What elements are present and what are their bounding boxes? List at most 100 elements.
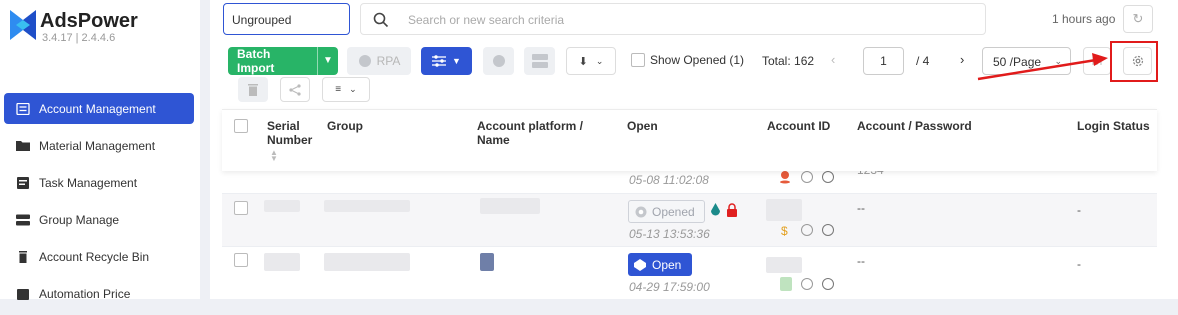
sidebar-item-account-recycle-bin[interactable]: Account Recycle Bin [4, 241, 194, 272]
platform-badge-icon [780, 277, 792, 291]
refresh-button[interactable]: ↻ [1123, 5, 1153, 33]
page-size-value: 50 /Page [993, 55, 1042, 69]
show-opened-checkbox[interactable] [631, 53, 645, 67]
next-page-icon[interactable]: › [960, 52, 964, 67]
open-time: 05-13 13:53:36 [629, 227, 710, 241]
total-value: 162 [794, 54, 815, 68]
account-id-header: Account ID [767, 119, 831, 133]
sidebar-item-automation-price[interactable]: Automation Price [4, 278, 194, 309]
page-input[interactable]: 1 [863, 47, 904, 75]
group-header: Group [327, 119, 363, 133]
filter-button[interactable]: ▼ [421, 47, 472, 75]
chevron-down-icon: ⌄ [1054, 56, 1062, 66]
serial-number-header[interactable]: Serial Number ▲ ▼ [267, 119, 317, 163]
sort-icon[interactable]: ▲ ▼ [270, 149, 317, 163]
chrome-icon [635, 206, 647, 217]
app-version: 3.4.17 | 2.4.4.6 [42, 32, 116, 44]
sidebar-item-task-management[interactable]: Task Management [4, 167, 194, 198]
sidebar-item-label: Account Management [39, 101, 156, 116]
fingerprint-icon [801, 278, 813, 290]
sidebar-item-account-management[interactable]: Account Management [4, 93, 194, 124]
lock-icon [727, 203, 737, 217]
table-row[interactable]: Opened 05-13 13:53:36 $ -- - [222, 193, 1157, 246]
group-icon [16, 214, 30, 225]
browser-icon [634, 258, 646, 271]
group-select[interactable]: Ungrouped [223, 3, 350, 35]
account-password-header: Account / Password [857, 119, 972, 133]
account-text: -- [857, 201, 865, 215]
account-icon [16, 102, 30, 115]
price-icon [17, 288, 29, 300]
share-button[interactable] [280, 77, 310, 102]
login-status: - [1077, 203, 1081, 217]
page-count: / 4 [916, 54, 930, 68]
folder-icon [16, 140, 30, 151]
column-button[interactable] [1083, 47, 1111, 75]
account-platform-header: Account platform / Name [477, 119, 584, 147]
account-text: -- [857, 254, 865, 268]
globe-icon [492, 55, 505, 67]
robot-icon [358, 55, 371, 67]
search-placeholder: Search or new search criteria [408, 13, 565, 27]
window-button[interactable] [524, 47, 555, 75]
sidebar-item-label: Account Recycle Bin [39, 249, 150, 264]
fingerprint-icon [801, 171, 813, 183]
export-button[interactable]: ⬇ ⌄ [566, 47, 616, 75]
batch-import-button[interactable]: Batch Import ▼ [228, 47, 338, 75]
total-count: Total: 162 [762, 54, 814, 68]
platform-blurred [480, 198, 540, 214]
open-button[interactable]: Open [628, 253, 692, 276]
row-checkbox[interactable] [234, 201, 248, 215]
list-icon: ≡ [335, 84, 342, 95]
group-blurred [324, 253, 410, 271]
sidebar-item-material-management[interactable]: Material Management [4, 130, 194, 161]
chevron-down-icon: ⌄ [595, 55, 604, 66]
serial-number-blurred [264, 200, 300, 212]
window-icon [531, 54, 548, 68]
show-opened-label: Show Opened (1) [650, 53, 745, 67]
sidebar-item-label: Material Management [39, 138, 156, 153]
search-icon [373, 12, 389, 28]
account-id-blurred [766, 199, 802, 221]
sort-button[interactable]: ≡ ⌄ [322, 77, 370, 102]
cookie-icon [822, 171, 834, 183]
chevron-down-icon: ⌄ [349, 84, 357, 94]
opened-label: Opened [652, 204, 695, 219]
serial-number-blurred [264, 253, 300, 271]
sidebar-item-label: Group Manage [39, 212, 120, 227]
sidebar: AdsPower 3.4.17 | 2.4.4.6 Account Manage… [0, 0, 200, 301]
sliders-icon [432, 55, 447, 67]
highlight-box [1110, 41, 1158, 82]
sidebar-item-label: Task Management [39, 175, 138, 190]
columns-icon [1092, 57, 1102, 65]
opened-button[interactable]: Opened [628, 200, 705, 223]
select-all-checkbox[interactable] [234, 119, 248, 133]
refresh-time: 1 hours ago [1052, 12, 1116, 26]
open-header: Open [627, 119, 658, 133]
refresh-icon: ↻ [1132, 11, 1144, 26]
sidebar-item-group-manage[interactable]: Group Manage [4, 204, 194, 235]
delete-button[interactable] [238, 77, 268, 102]
show-opened-toggle[interactable]: Show Opened (1) [631, 53, 744, 67]
trash-icon [19, 250, 27, 263]
main-panel: Ungrouped Search or new search criteria … [210, 0, 1178, 299]
search-input[interactable]: Search or new search criteria [360, 3, 986, 35]
row-checkbox[interactable] [234, 253, 248, 267]
sidebar-item-label: Automation Price [39, 286, 131, 301]
task-icon [17, 176, 29, 189]
app-name: AdsPower [40, 10, 138, 32]
proxy-button[interactable] [483, 47, 514, 75]
open-label: Open [652, 257, 682, 272]
total-label: Total: [762, 54, 791, 68]
account-id-blurred [766, 257, 802, 273]
page-size-select[interactable]: 50 /Page ⌄ [982, 47, 1071, 75]
platform-icon [480, 253, 494, 271]
open-time: 05-08 11:02:08 [629, 173, 709, 187]
batch-import-label: Batch Import [237, 47, 275, 75]
fingerprint-icon [801, 224, 813, 236]
table-row[interactable]: Open 04-29 17:59:00 -- - [222, 246, 1157, 299]
share-icon [289, 83, 301, 96]
rpa-button[interactable]: RPA [347, 47, 411, 75]
prev-page-icon[interactable]: ‹ [831, 52, 835, 67]
chevron-down-icon[interactable]: ▼ [316, 47, 338, 75]
